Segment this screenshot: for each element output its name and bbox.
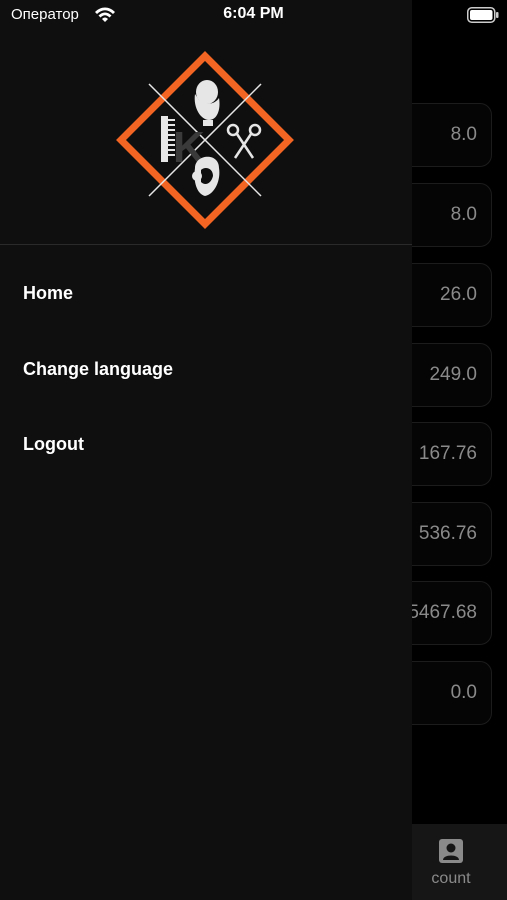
scissors-icon	[226, 123, 262, 159]
drawer-header: K	[0, 0, 412, 245]
bearded-man-icon	[194, 80, 220, 126]
account-icon	[439, 839, 463, 863]
value-text: 8.0	[450, 124, 477, 145]
menu-item-home[interactable]: Home	[23, 278, 383, 308]
barbershop-logo: K	[116, 51, 294, 229]
value-text: 5467.68	[408, 602, 477, 623]
value-text: 249.0	[429, 364, 477, 385]
navigation-drawer: K Home Change language Logout	[0, 0, 412, 900]
value-text: 8.0	[450, 204, 477, 225]
value-text: 536.76	[418, 523, 477, 544]
value-text: 26.0	[440, 284, 477, 305]
drawer-divider	[0, 244, 412, 245]
value-text: 0.0	[450, 682, 477, 703]
menu-item-change-language[interactable]: Change language	[23, 354, 383, 384]
menu-item-logout[interactable]: Logout	[23, 429, 383, 459]
battery-icon	[467, 7, 499, 23]
value-text: 167.76	[418, 443, 477, 464]
tab-label: count	[431, 870, 471, 887]
status-bar: Оператор 6:04 PM	[0, 0, 507, 32]
clock: 6:04 PM	[223, 5, 284, 22]
